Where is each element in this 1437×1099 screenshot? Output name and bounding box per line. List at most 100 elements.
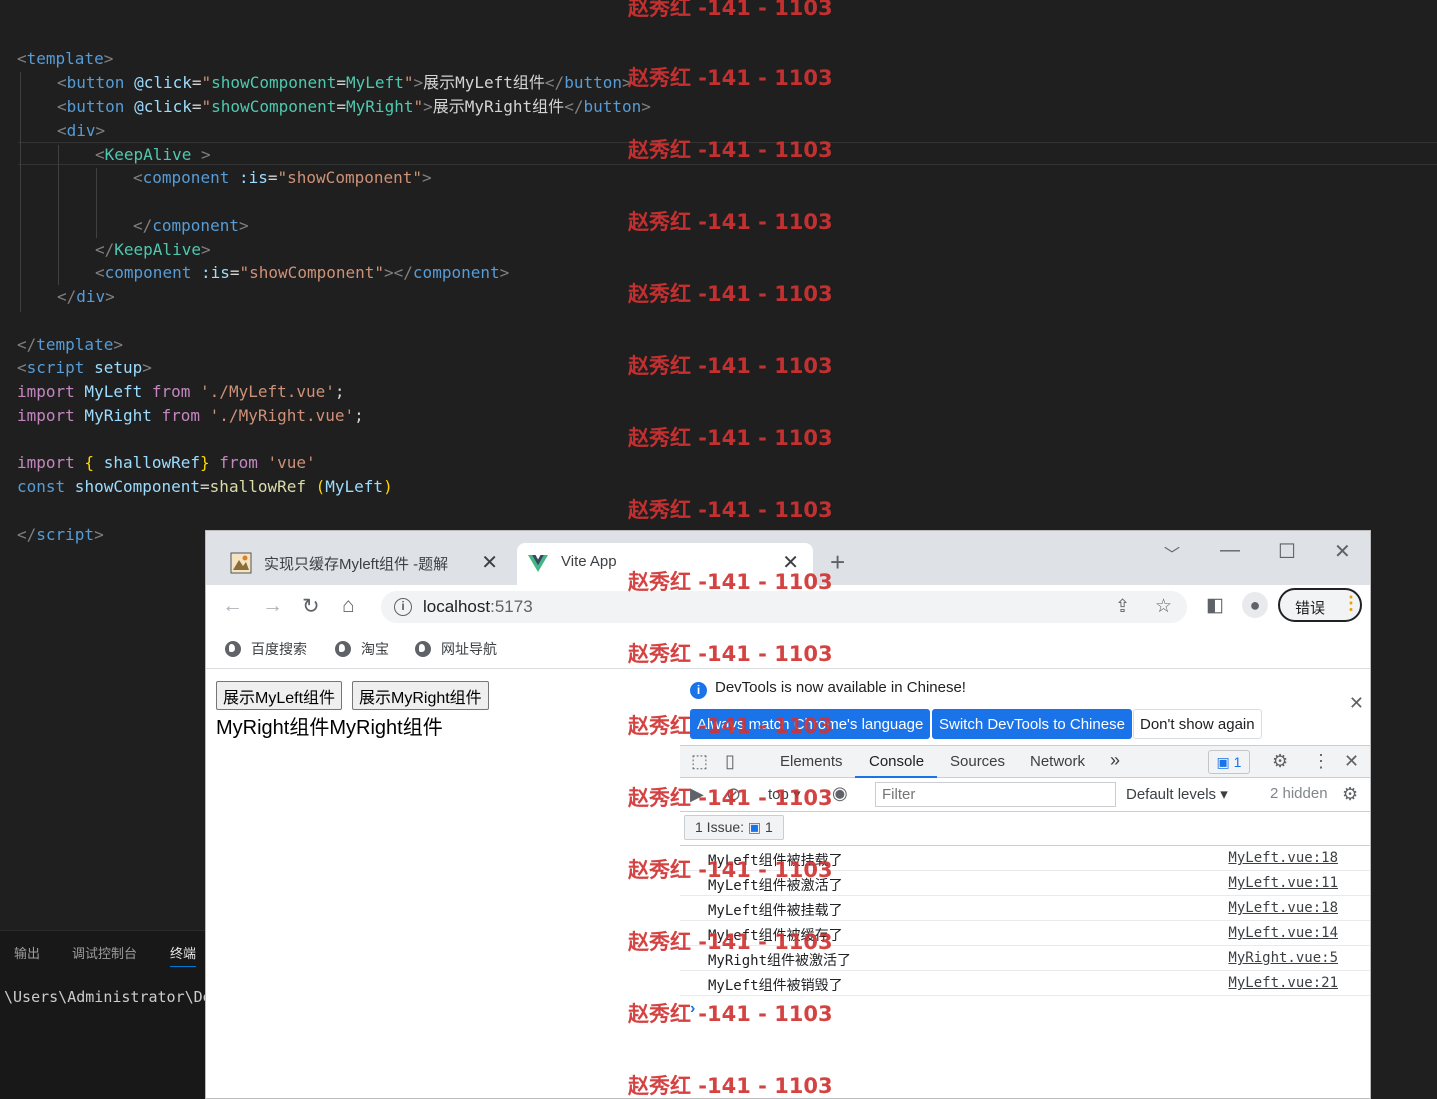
- indent-guide: [96, 168, 97, 238]
- code-line-16: import MyRight from './MyRight.vue';: [17, 406, 364, 425]
- show-myright-button[interactable]: 展示MyRight组件: [352, 681, 489, 710]
- settings-gear-icon[interactable]: ⚙: [1272, 751, 1288, 772]
- log-levels-dropdown[interactable]: Default levels ▾: [1126, 785, 1228, 803]
- messages-badge[interactable]: ▣ 1: [1208, 750, 1250, 774]
- code-line-8: </component>: [133, 216, 249, 235]
- watermark-text: 赵秀红 -141 - 1103: [628, 1002, 833, 1026]
- globe-icon: [225, 641, 241, 657]
- devtools-close-icon[interactable]: ✕: [1344, 751, 1359, 772]
- code-line-13: </template>: [17, 335, 123, 354]
- log-source-link[interactable]: MyLeft.vue:18: [1228, 900, 1338, 916]
- window-close-icon[interactable]: ✕: [1334, 539, 1351, 564]
- inspect-element-icon[interactable]: ⬚: [691, 751, 708, 772]
- forward-arrow-icon[interactable]: →: [262, 594, 283, 618]
- log-source-link[interactable]: MyLeft.vue:11: [1228, 875, 1338, 891]
- devtools-tabbar: ⬚ ▯ Elements Console Sources Network » ▣…: [680, 745, 1370, 778]
- tab-title: 实现只缓存Myleft组件 -题解: [264, 556, 449, 573]
- menu-kebab-icon[interactable]: ⋮: [1342, 593, 1360, 614]
- code-line-18: import { shallowRef} from 'vue': [17, 453, 316, 472]
- tab-sources[interactable]: Sources: [950, 753, 1005, 770]
- log-message: MyLeft组件被挂载了: [708, 903, 843, 919]
- panel-tab-output[interactable]: 输出: [14, 943, 40, 962]
- panel-tab-debug-console[interactable]: 调试控制台: [72, 943, 137, 962]
- indent-guide: [58, 145, 59, 285]
- show-myleft-button[interactable]: 展示MyLeft组件: [216, 681, 343, 710]
- log-row: MyLeft组件被挂载了 MyLeft.vue:18: [680, 896, 1370, 921]
- site-info-icon[interactable]: i: [394, 598, 412, 616]
- info-icon: i: [690, 682, 707, 699]
- vue-logo-icon: [528, 555, 548, 572]
- minimize-icon[interactable]: —: [1220, 539, 1240, 562]
- code-line-21: </script>: [17, 525, 104, 544]
- watermark-text: 赵秀红 -141 - 1103: [628, 498, 833, 522]
- back-arrow-icon[interactable]: ←: [222, 594, 243, 618]
- home-icon[interactable]: ⌂: [342, 594, 355, 618]
- issues-button[interactable]: 1 Issue: ▣ 1: [684, 815, 784, 840]
- log-row: MyLeft组件被销毁了 MyLeft.vue:21: [680, 971, 1370, 996]
- code-line-15: import MyLeft from './MyLeft.vue';: [17, 382, 345, 401]
- globe-icon: [415, 641, 431, 657]
- bookmark-baidu[interactable]: 百度搜索: [225, 639, 307, 659]
- code-line-3: <button @click="showComponent=MyRight">展…: [57, 97, 651, 116]
- watermark-text: 赵秀红 -141 - 1103: [628, 354, 833, 378]
- code-line-9: </KeepAlive>: [95, 240, 211, 259]
- site-favicon-icon: [230, 552, 252, 574]
- globe-icon: [335, 641, 351, 657]
- log-source-link[interactable]: MyLeft.vue:14: [1228, 925, 1338, 941]
- url-text: localhost:5173: [423, 597, 533, 616]
- watermark-text: 赵秀红 -141 - 1103: [628, 1074, 833, 1098]
- tab-elements[interactable]: Elements: [780, 753, 843, 770]
- log-source-link[interactable]: MyLeft.vue:18: [1228, 850, 1338, 866]
- switch-chinese-button[interactable]: Switch DevTools to Chinese: [932, 709, 1132, 739]
- tab-close-icon[interactable]: ✕: [481, 550, 498, 575]
- live-expression-eye-icon[interactable]: ◉: [832, 783, 848, 804]
- issue-message-icon: ▣: [747, 819, 762, 835]
- console-settings-gear-icon[interactable]: ⚙: [1342, 784, 1358, 805]
- watermark-text: 赵秀红 -141 - 1103: [628, 138, 833, 162]
- watermark-text: 赵秀红 -141 - 1103: [628, 786, 833, 810]
- watermark-text: 赵秀红 -141 - 1103: [628, 426, 833, 450]
- dont-show-again-button[interactable]: Don't show again: [1133, 709, 1262, 739]
- watermark-text: 赵秀红 -141 - 1103: [628, 642, 833, 666]
- code-line-14: <script setup>: [17, 358, 152, 377]
- panel-tab-terminal[interactable]: 终端: [170, 943, 197, 967]
- tab-network[interactable]: Network: [1030, 753, 1085, 770]
- bookmark-taobao[interactable]: 淘宝: [335, 639, 389, 659]
- more-tabs-icon[interactable]: »: [1110, 750, 1120, 771]
- rendered-component-text: MyRight组件MyRight组件: [216, 717, 443, 739]
- code-line-1: <template>: [17, 49, 114, 68]
- indent-guide: [20, 72, 21, 312]
- log-source-link[interactable]: MyLeft.vue:21: [1228, 975, 1338, 991]
- share-icon[interactable]: ⇪: [1115, 596, 1130, 617]
- code-line-4: <div>: [57, 121, 106, 140]
- side-panel-icon[interactable]: ◧: [1206, 594, 1224, 617]
- reload-icon[interactable]: ↻: [302, 594, 320, 619]
- watermark-text: 赵秀红 -141 - 1103: [628, 570, 833, 594]
- error-profile-button[interactable]: 错误 ⋮: [1278, 588, 1362, 622]
- tab-title: Vite App: [561, 553, 617, 570]
- watermark-text: 赵秀红 -141 - 1103: [628, 210, 833, 234]
- watermark-text: 赵秀红 -141 - 1103: [628, 930, 833, 954]
- browser-tab-solution[interactable]: 实现只缓存Myleft组件 -题解 ✕: [220, 543, 512, 585]
- tab-console[interactable]: Console: [869, 753, 924, 770]
- hidden-count: 2 hidden: [1270, 785, 1328, 802]
- code-line-19: const showComponent=shallowRef (MyLeft): [17, 477, 393, 496]
- code-line-2: <button @click="showComponent=MyLeft">展示…: [57, 73, 632, 92]
- watermark-text: 赵秀红 -141 - 1103: [628, 0, 833, 20]
- language-notice: i DevTools is now available in Chinese!: [690, 679, 966, 699]
- console-filter-input[interactable]: [875, 782, 1116, 807]
- log-source-link[interactable]: MyRight.vue:5: [1228, 950, 1338, 966]
- terminal-line[interactable]: \Users\Administrator\De: [4, 988, 205, 1006]
- device-toolbar-icon[interactable]: ▯: [725, 751, 735, 772]
- bottom-panel: 输出 调试控制台 终端 \Users\Administrator\De: [0, 930, 205, 1099]
- code-line-5: <KeepAlive >: [95, 145, 211, 164]
- watermark-text: 赵秀红 -141 - 1103: [628, 282, 833, 306]
- bookmark-nav[interactable]: 网址导航: [415, 639, 497, 659]
- notice-close-icon[interactable]: ✕: [1349, 693, 1364, 714]
- bookmark-star-icon[interactable]: ☆: [1155, 595, 1172, 618]
- maximize-icon[interactable]: ☐: [1278, 539, 1296, 564]
- code-line-6: <component :is="showComponent">: [133, 168, 432, 187]
- profile-avatar-icon[interactable]: ●: [1242, 592, 1268, 618]
- devtools-menu-icon[interactable]: ⋮: [1312, 751, 1330, 772]
- tab-search-chevron-icon[interactable]: ﹀: [1164, 541, 1180, 565]
